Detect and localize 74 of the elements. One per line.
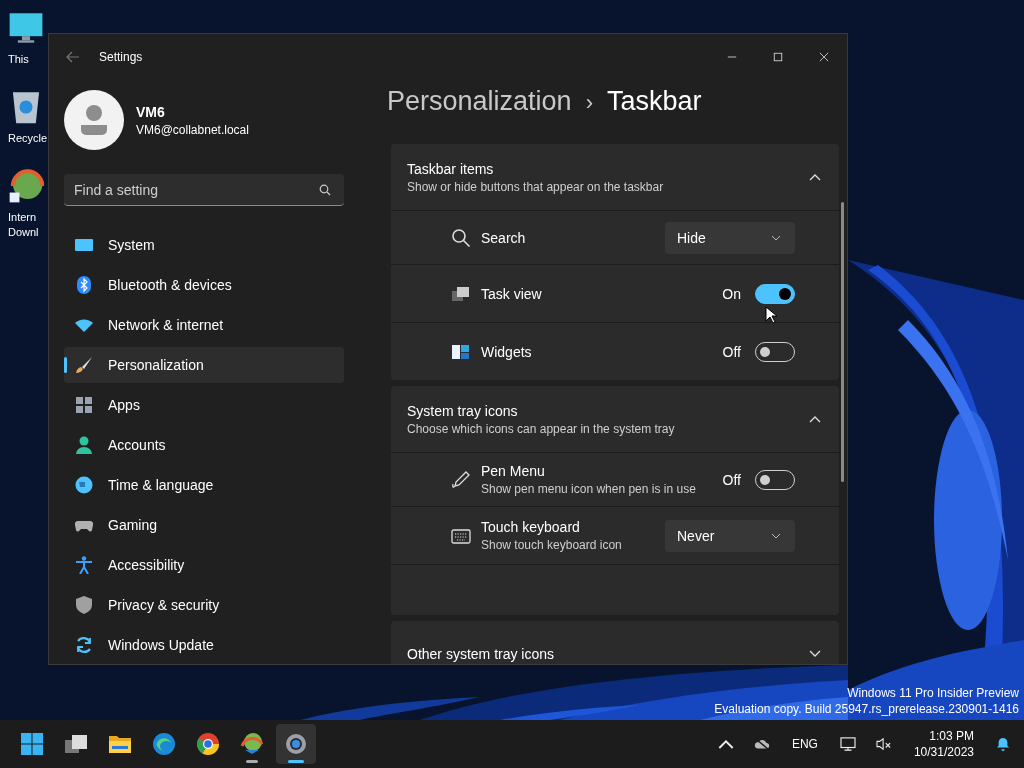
search-icon: [451, 227, 471, 248]
desktop-icon-label[interactable]: Recycle: [8, 131, 48, 146]
clock[interactable]: 1:03 PM 10/31/2023: [907, 728, 980, 760]
person-icon: [75, 436, 93, 454]
monitor-icon: [75, 236, 93, 254]
breadcrumb-link[interactable]: Personalization: [387, 86, 572, 117]
language-indicator[interactable]: ENG: [785, 737, 824, 751]
search-field[interactable]: Find a setting: [64, 174, 344, 206]
avatar-icon[interactable]: [64, 90, 124, 150]
pen-icon: [451, 469, 471, 490]
section-header[interactable]: System tray icons Choose which icons can appear in the system tray: [391, 386, 839, 452]
toggle-state: On: [722, 285, 741, 302]
settings-icon: [284, 732, 308, 756]
start-icon: [20, 732, 44, 756]
sidebar-item[interactable]: Bluetooth & devices: [64, 267, 344, 303]
desktop-icon-label[interactable]: This: [8, 52, 29, 67]
apps-icon: [75, 396, 93, 414]
monitor-icon[interactable]: [8, 10, 44, 46]
toggle-state: Off: [722, 471, 741, 488]
account-name: VM6: [136, 103, 166, 120]
page-title: Taskbar: [606, 86, 702, 117]
globe-icon: [240, 732, 264, 756]
sidebar-item[interactable]: Apps: [64, 387, 344, 423]
browser-icon: [152, 732, 176, 756]
chevron-down-icon[interactable]: [809, 650, 821, 658]
breadcrumb-separator: ›: [585, 90, 593, 116]
setting-label: Task view: [481, 285, 543, 302]
sidebar-item[interactable]: Windows Update: [64, 627, 344, 663]
cursor-icon: [765, 306, 777, 324]
chevron-down-icon: [771, 532, 781, 539]
setting-description: Show pen menu icon when pen is in use: [481, 482, 697, 496]
shield-icon: [75, 596, 93, 614]
globe-icon: [75, 476, 93, 494]
chevron-up-icon[interactable]: [809, 173, 821, 181]
setting-label: Pen Menu: [481, 463, 546, 479]
toggle-state: Off: [722, 343, 741, 360]
sidebar-item[interactable]: Gaming: [64, 507, 344, 543]
section-title: System tray icons: [407, 402, 519, 419]
bluetooth-icon: [75, 276, 93, 294]
sidebar-item[interactable]: System: [64, 227, 344, 263]
window-title: Settings: [99, 50, 143, 64]
scrollbar[interactable]: [841, 202, 844, 482]
accessibility-icon: [75, 556, 93, 574]
setting-label: Widgets: [481, 343, 533, 360]
section-title: Taskbar items: [407, 160, 495, 177]
sidebar-item[interactable]: Network & internet: [64, 307, 344, 343]
chrome-icon: [196, 732, 220, 756]
setting-label: Touch keyboard: [481, 519, 581, 535]
toggle-switch[interactable]: [755, 283, 795, 304]
dropdown[interactable]: Never: [665, 519, 795, 552]
taskbar-button[interactable]: [276, 724, 316, 764]
sidebar-item[interactable]: Privacy & security: [64, 587, 344, 623]
setting-description: Show touch keyboard icon: [481, 538, 623, 552]
section-description: Show or hide buttons that appear on the taskbar: [407, 179, 665, 194]
refresh-icon: [75, 636, 93, 654]
section-title: Other system tray icons: [407, 646, 556, 662]
desktop-icon-label[interactable]: Intern Downl: [8, 210, 39, 240]
sidebar-item[interactable]: Time & language: [64, 467, 344, 503]
sidebar-item[interactable]: Accounts: [64, 427, 344, 463]
download-icon[interactable]: [8, 168, 44, 204]
dropdown[interactable]: Hide: [665, 221, 795, 254]
section-description: Choose which icons can appear in the system tray: [407, 421, 676, 436]
chevron-down-icon: [771, 234, 781, 241]
chevron-up-icon[interactable]: [809, 415, 821, 423]
back-arrow-icon[interactable]: [66, 51, 80, 63]
wifi-icon: [75, 316, 93, 334]
setting-label: Search: [481, 229, 527, 246]
section-header[interactable]: Other system tray icons: [391, 621, 839, 664]
section-header[interactable]: Taskbar items Show or hide buttons that appear on the taskbar: [391, 144, 839, 210]
search-icon[interactable]: [319, 184, 331, 196]
account-email: VM6@collabnet.local: [136, 122, 249, 137]
sidebar-item[interactable]: Personalization: [64, 347, 344, 383]
task-view-icon: [64, 732, 88, 756]
sidebar-item[interactable]: Accessibility: [64, 547, 344, 583]
